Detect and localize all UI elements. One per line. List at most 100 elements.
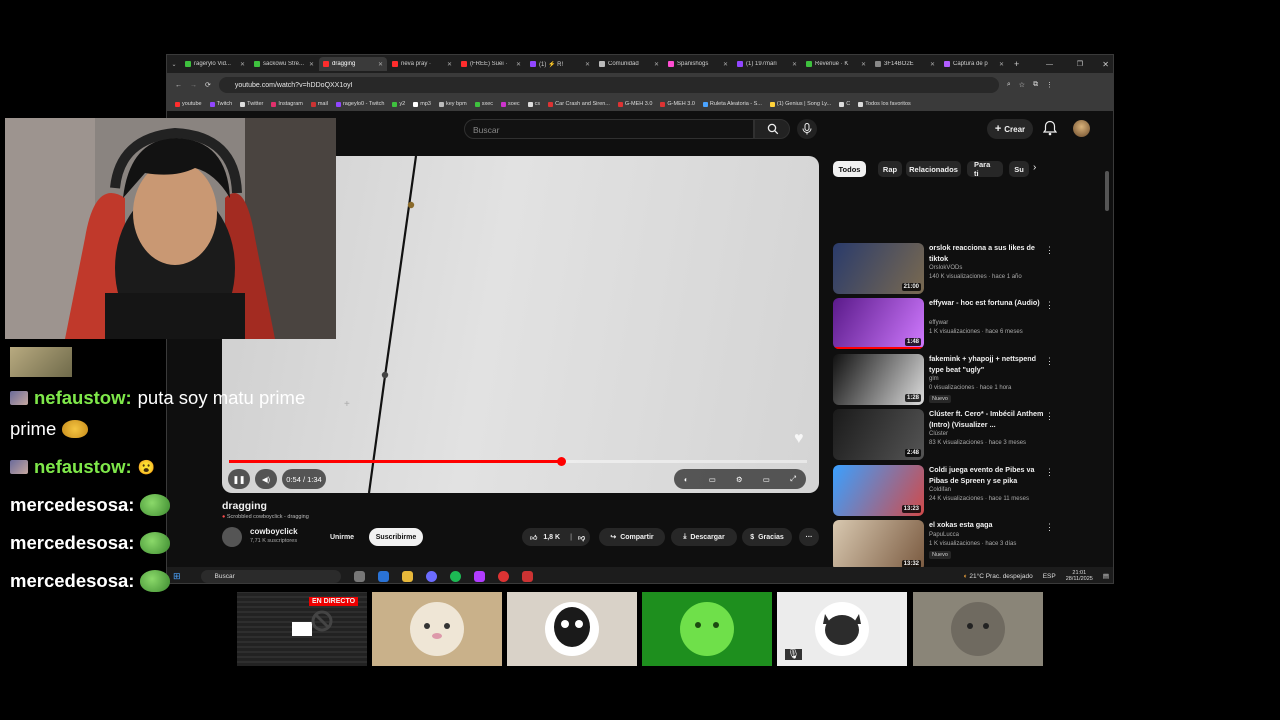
recommendation-title[interactable]: el xokas esta gaga: [929, 520, 1047, 531]
back-icon[interactable]: ←: [175, 82, 182, 89]
url-field[interactable]: youtube.com/watch?v=hDDoQXX1oyI: [218, 77, 999, 93]
clock[interactable]: 21:01 28/11/2025: [1066, 570, 1093, 583]
tab-close-icon[interactable]: ✕: [516, 61, 521, 68]
bookmark-item[interactable]: G-MEH 3.0: [660, 101, 695, 107]
app-c-icon[interactable]: [473, 570, 485, 582]
filter-chip[interactable]: Relacionados: [906, 161, 961, 177]
bookmark-item[interactable]: G-MEH 3.0: [617, 101, 652, 107]
recommendation-title[interactable]: orslok reacciona a sus likes de tiktok: [929, 243, 1047, 264]
browser-tab[interactable]: Captura de p ✕: [940, 57, 1008, 71]
recommendation-channel[interactable]: Coldifan: [929, 487, 951, 493]
thanks-button[interactable]: $ Gracias: [742, 528, 792, 546]
browser-tab[interactable]: Spanishogs ✕: [664, 57, 732, 71]
browser-tab[interactable]: (1) ⚡ R! ✕: [526, 57, 594, 71]
bookmark-item[interactable]: Twitch: [209, 101, 232, 107]
bookmark-item[interactable]: soec: [501, 101, 520, 107]
channel-name[interactable]: cowboyclick: [250, 527, 298, 536]
join-button[interactable]: Unirme: [323, 528, 361, 546]
new-tab-icon[interactable]: +: [1014, 59, 1019, 69]
close-window-icon[interactable]: ✕: [1102, 60, 1109, 69]
menu-dots-icon[interactable]: ⋮: [1046, 81, 1053, 89]
dislike-icon[interactable]: 👎︎: [578, 533, 585, 542]
bookmark-item[interactable]: youtube: [175, 101, 202, 107]
browser-tab[interactable]: Comunidad ✕: [595, 57, 663, 71]
app-v-icon[interactable]: [521, 570, 533, 582]
bookmark-item[interactable]: Ruleta Aleatoria - S...: [702, 101, 762, 107]
like-icon[interactable]: 👍︎: [530, 533, 537, 542]
minimize-icon[interactable]: —: [1046, 61, 1053, 68]
browser-tab[interactable]: Revenue · K ✕: [802, 57, 870, 71]
video-thumbnail[interactable]: 13:23: [833, 465, 924, 516]
star-icon[interactable]: ☆: [1019, 81, 1025, 89]
tab-close-icon[interactable]: ✕: [585, 61, 590, 68]
bookmark-item[interactable]: mail: [310, 101, 328, 107]
video-thumbnail[interactable]: 1:48: [833, 298, 924, 349]
tab-close-icon[interactable]: ✕: [654, 61, 659, 68]
account-avatar[interactable]: [1073, 120, 1090, 137]
recommendation-channel[interactable]: glm: [929, 376, 939, 382]
share-button[interactable]: ↪ Compartir: [599, 528, 665, 546]
zoom-icon[interactable]: ⌕: [1007, 81, 1011, 89]
bookmark-item[interactable]: cs: [527, 101, 540, 107]
recommendation-item[interactable]: 21:00 orslok reacciona a sus likes de tik…: [833, 243, 1063, 295]
browser-tab[interactable]: ragerylo Vid... ✕: [181, 57, 249, 71]
filter-chip[interactable]: Su: [1009, 161, 1029, 177]
voice-search-button[interactable]: [797, 119, 817, 139]
language-indicator[interactable]: ESP: [1043, 573, 1056, 580]
bookmark-item[interactable]: Todos los favoritos: [858, 101, 911, 107]
tab-list-icon[interactable]: ⌄: [167, 61, 181, 68]
subscribe-button[interactable]: Suscribirme: [369, 528, 423, 546]
pause-button[interactable]: ❚❚: [228, 469, 250, 489]
bookmark-item[interactable]: C: [839, 101, 850, 107]
chrome-icon[interactable]: [377, 570, 389, 582]
weather-widget[interactable]: ◐ 21°C Prac. despejado: [964, 573, 1033, 580]
recommendation-channel[interactable]: Clúster: [929, 431, 948, 437]
search-button[interactable]: [754, 119, 790, 139]
recommendation-title[interactable]: fakemink + yhapojj + nettspend type beat…: [929, 354, 1047, 375]
spotify-icon[interactable]: [449, 570, 461, 582]
notifications-center-icon[interactable]: ▤: [1103, 572, 1109, 580]
recommendation-item[interactable]: 13:23 Coldi juega evento de Pibes va Piba…: [833, 465, 1063, 517]
filter-chip[interactable]: Todos: [833, 161, 866, 177]
recommendation-item[interactable]: 13:32 el xokas esta gaga PapuLucca 1 K visu…: [833, 520, 1063, 572]
more-vert-icon[interactable]: ⋮: [1045, 300, 1054, 311]
like-count[interactable]: 1,8 K: [543, 534, 560, 541]
bookmark-item[interactable]: mp3: [413, 101, 431, 107]
recommendation-item[interactable]: 1:48 effywar - hoc est fortuna (Audio) eff…: [833, 298, 1063, 350]
page-scrollbar[interactable]: [1105, 171, 1109, 211]
create-button[interactable]: + Crear: [987, 119, 1033, 139]
more-vert-icon[interactable]: ⋮: [1045, 356, 1054, 367]
tab-close-icon[interactable]: ✕: [723, 61, 728, 68]
extensions-icon[interactable]: ⧉: [1033, 81, 1038, 89]
file-explorer-icon[interactable]: [401, 570, 413, 582]
recommendation-channel[interactable]: OrslokVODs: [929, 265, 962, 271]
heart-icon[interactable]: ♥: [794, 430, 804, 448]
browser-tab[interactable]: dragging ✕: [319, 57, 387, 71]
more-actions-button[interactable]: ···: [799, 528, 819, 546]
theater-mode-icon[interactable]: ▭: [763, 475, 770, 484]
taskbar-search[interactable]: Buscar: [200, 569, 341, 583]
settings-gear-icon[interactable]: ⚙: [736, 475, 743, 484]
bookmark-item[interactable]: Twitter: [240, 101, 263, 107]
recommendation-title[interactable]: Coldi juega evento de Pibes va Pibas de …: [929, 465, 1047, 486]
bookmark-item[interactable]: y2: [392, 101, 405, 107]
more-vert-icon[interactable]: ⋮: [1045, 411, 1054, 422]
video-thumbnail[interactable]: 1:28: [833, 354, 924, 405]
download-button[interactable]: ⤓ Descargar: [671, 528, 737, 546]
tab-close-icon[interactable]: ✕: [999, 61, 1004, 68]
more-vert-icon[interactable]: ⋮: [1045, 245, 1054, 256]
recommendation-title[interactable]: effywar - hoc est fortuna (Audio): [929, 298, 1047, 309]
tab-close-icon[interactable]: ✕: [240, 61, 245, 68]
recommendation-channel[interactable]: PapuLucca: [929, 532, 959, 538]
tab-close-icon[interactable]: ✕: [792, 61, 797, 68]
discord-icon[interactable]: [425, 570, 437, 582]
maximize-icon[interactable]: ❐: [1077, 60, 1083, 68]
video-thumbnail[interactable]: 2:48: [833, 409, 924, 460]
autoplay-toggle-icon[interactable]: ◐: [684, 475, 689, 484]
reload-icon[interactable]: ⟳: [205, 81, 211, 89]
browser-tab[interactable]: neva pray · ✕: [388, 57, 456, 71]
notifications-icon[interactable]: [1043, 120, 1057, 136]
tab-close-icon[interactable]: ✕: [309, 61, 314, 68]
more-vert-icon[interactable]: ⋮: [1045, 522, 1054, 533]
chips-next-icon[interactable]: ›: [1033, 162, 1036, 173]
